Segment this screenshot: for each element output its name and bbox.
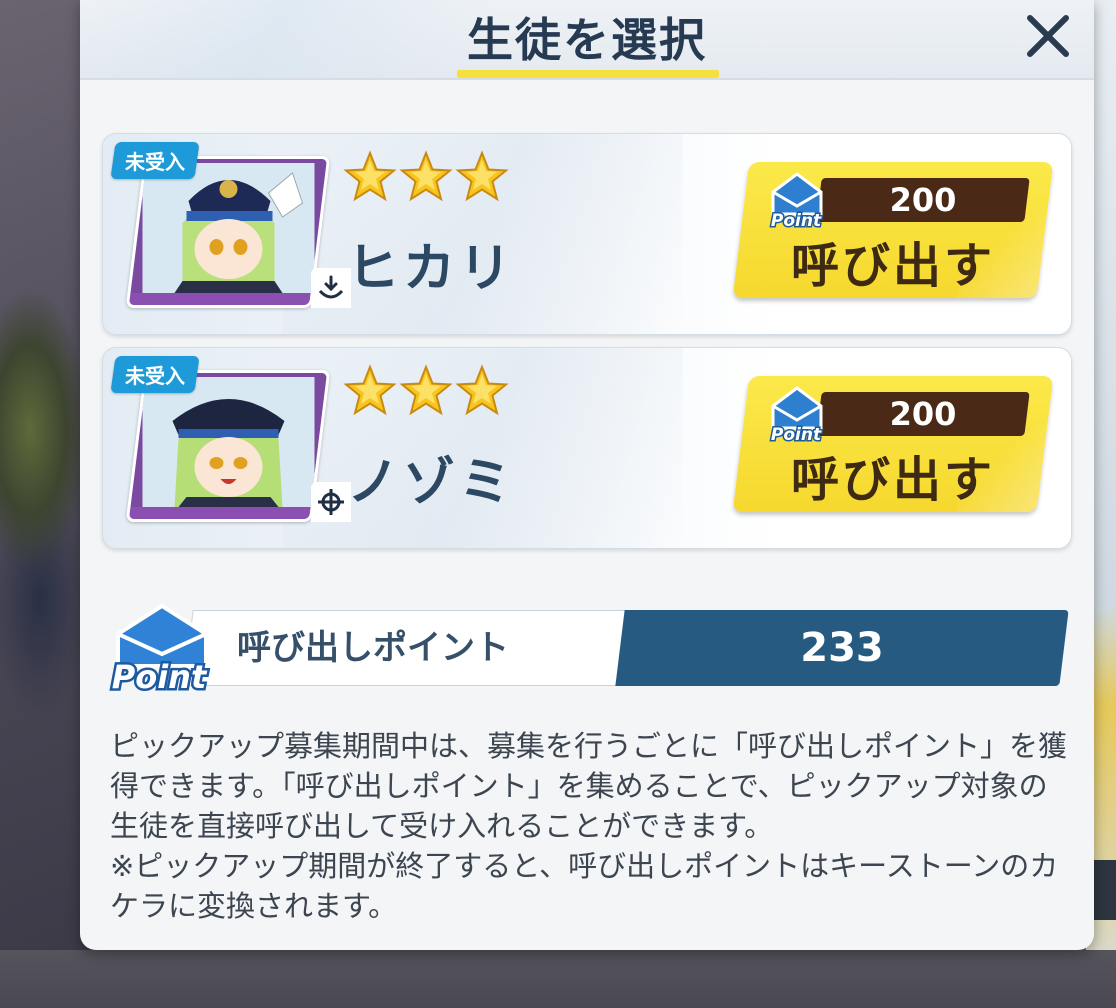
student-name: ヒカリ	[347, 239, 516, 299]
call-points-bar: 呼び出しポイント 233 Point	[104, 600, 1074, 696]
star-icon	[455, 150, 509, 202]
call-button[interactable]: 200 Point 呼び出す	[732, 162, 1054, 298]
dialog-header: 生徒を選択	[80, 0, 1094, 80]
description-note: ※ピックアップ期間が終了すると、呼び出しポイントはキーストーンのカケラに変換され…	[110, 849, 1059, 923]
point-envelope-icon: Point	[769, 386, 823, 444]
background-scene-bottom	[0, 950, 1116, 1008]
star-icon	[455, 364, 509, 416]
call-button[interactable]: 200 Point 呼び出す	[732, 376, 1054, 512]
close-icon	[1027, 15, 1069, 57]
star-icon	[343, 364, 397, 416]
dialog-title: 生徒を選択	[467, 13, 707, 67]
call-points-label: 呼び出しポイント	[237, 628, 509, 668]
star-icon	[399, 150, 453, 202]
point-envelope-icon: Point	[109, 603, 210, 696]
star-rating	[343, 150, 509, 206]
call-cost: 200	[889, 181, 957, 219]
call-cost: 200	[889, 395, 957, 433]
support-icon	[311, 268, 351, 308]
star-icon	[343, 150, 397, 202]
background-scene-left	[0, 0, 90, 1008]
student-card: 未受入	[102, 347, 1072, 549]
call-button-label: 呼び出す	[790, 238, 995, 294]
point-envelope-icon: Point	[769, 172, 823, 230]
description-paragraph: ピックアップ募集期間中は、募集を行うごとに「呼び出しポイント」を獲得できます。「…	[110, 729, 1068, 843]
title-underline	[457, 70, 719, 78]
student-name: ノゾミ	[347, 453, 516, 513]
svg-text:Point: Point	[112, 658, 208, 696]
call-button-label: 呼び出す	[790, 452, 995, 508]
student-card: 未受入	[102, 133, 1072, 335]
unreceived-badge: 未受入	[110, 142, 200, 179]
unreceived-badge: 未受入	[110, 356, 200, 393]
crosshair-icon	[311, 482, 351, 522]
call-points-value: 233	[800, 625, 884, 671]
close-button[interactable]	[1020, 8, 1076, 64]
star-icon	[399, 364, 453, 416]
description-text: ピックアップ募集期間中は、募集を行うごとに「呼び出しポイント」を獲得できます。「…	[110, 726, 1070, 926]
select-student-dialog: 生徒を選択 未受入 ヒカリ 200 Point 呼び出す 未受入 ノゾミ 200…	[80, 0, 1094, 950]
star-rating	[343, 364, 509, 420]
